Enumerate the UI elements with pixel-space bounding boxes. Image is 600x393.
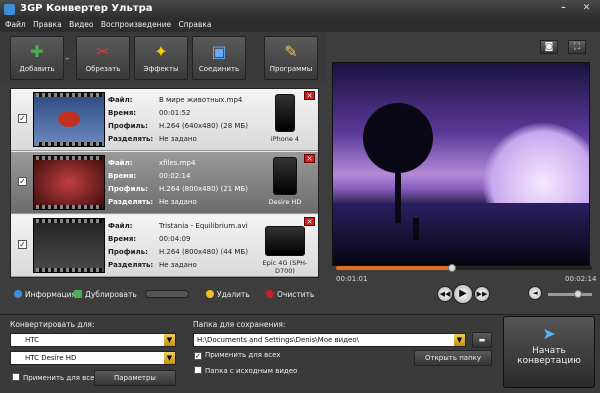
- volume-slider[interactable]: [548, 293, 592, 296]
- play-icon[interactable]: ▶: [453, 284, 473, 304]
- duplicate-button[interactable]: Дублировать: [74, 290, 137, 299]
- file-row[interactable]: ✓ Файл: xfiles.mp4 Время: 00:02:14 Профиль…: [11, 152, 318, 214]
- current-time: 00:01:01: [336, 275, 368, 283]
- magic-wand-icon: ✦: [154, 42, 168, 61]
- video-preview: [332, 62, 590, 266]
- file-profile[interactable]: H.264 (640x480) (28 МБ): [159, 122, 248, 130]
- file-time: 00:02:14: [159, 172, 191, 180]
- effects-button[interactable]: ✦ Эффекты: [134, 36, 188, 80]
- video-thumbnail: [33, 92, 105, 147]
- remove-file-icon[interactable]: ✕: [304, 91, 315, 100]
- menu-file[interactable]: Файл: [0, 18, 26, 32]
- menu-edit[interactable]: Правка: [28, 18, 62, 32]
- volume-handle[interactable]: [574, 290, 582, 298]
- info-button[interactable]: Информация: [14, 290, 76, 299]
- menu-video[interactable]: Видео: [64, 18, 93, 32]
- file-profile[interactable]: H.264 (800x480) (21 МБ): [159, 185, 248, 193]
- list-actions-bar: Информация Дублировать Удалить Очистить: [0, 284, 326, 306]
- file-profile[interactable]: H.264 (800x480) (44 МБ): [159, 248, 248, 256]
- file-name: Tristania - Equilibrium.avi: [159, 222, 248, 230]
- toolbar: ✚ Добавить – ✂ Обрезать ✦ Эффекты ▣ Соед…: [0, 32, 326, 84]
- close-button[interactable]: ✕: [578, 2, 595, 15]
- clear-icon: [266, 290, 274, 298]
- video-thumbnail: [33, 155, 105, 210]
- add-dropdown-arrow[interactable]: –: [65, 54, 70, 64]
- seek-bar[interactable]: [336, 266, 592, 270]
- file-name: В мире животных.mp4: [159, 96, 243, 104]
- app-icon: [4, 4, 15, 15]
- video-thumbnail: [33, 218, 105, 273]
- clear-button[interactable]: Очистить: [266, 290, 314, 299]
- device-preview[interactable]: Epic 4G (SPH-D700): [255, 220, 315, 275]
- file-checkbox[interactable]: ✓: [18, 240, 27, 249]
- file-checkbox[interactable]: ✓: [18, 177, 27, 186]
- start-conversion-button[interactable]: ➤ Начать конвертацию: [503, 316, 595, 388]
- device-preview[interactable]: Desire HD: [255, 157, 315, 209]
- snapshot-camera-icon[interactable]: ◙: [540, 40, 558, 54]
- apply-all-checkbox[interactable]: Применить для всех: [12, 373, 99, 382]
- output-path-input[interactable]: H:\Documents and Settings\Denis\Мое виде…: [193, 333, 466, 347]
- start-arrow-icon: ➤: [542, 324, 556, 343]
- menu-bar: Файл Правка Видео Воспроизведение Справк…: [0, 18, 600, 32]
- minus-icon: [206, 290, 214, 298]
- cut-button[interactable]: ✂ Обрезать: [76, 36, 130, 80]
- total-time: 00:02:14: [565, 275, 597, 283]
- window-title: 3GP Конвертер Ультра: [20, 3, 153, 14]
- menu-help[interactable]: Справка: [173, 18, 211, 32]
- open-folder-button[interactable]: Открыть папку: [414, 350, 492, 366]
- chevron-down-icon: ▼: [164, 352, 175, 364]
- device-preview[interactable]: iPhone 4: [255, 94, 315, 146]
- tree-trunk: [395, 163, 401, 223]
- phone-icon: [275, 94, 295, 132]
- minimize-button[interactable]: –: [555, 2, 572, 15]
- info-icon: [14, 290, 22, 298]
- add-film-icon: ✚: [30, 42, 44, 61]
- remove-file-icon[interactable]: ✕: [304, 217, 315, 226]
- water: [333, 203, 589, 265]
- remove-file-icon[interactable]: ✕: [304, 154, 315, 163]
- join-film-icon: ▣: [211, 42, 227, 61]
- chevron-down-icon: ▼: [164, 334, 175, 346]
- output-apply-all-checkbox[interactable]: ✓ Применить для всех: [194, 351, 281, 360]
- file-split[interactable]: Не задано: [159, 135, 197, 143]
- seek-progress: [336, 266, 454, 270]
- delete-button[interactable]: Удалить: [206, 290, 250, 299]
- title-bar: 3GP Конвертер Ультра – ✕: [0, 0, 600, 18]
- previous-icon[interactable]: ◀◀: [437, 286, 453, 302]
- duplicate-icon: [74, 290, 82, 298]
- seek-handle[interactable]: [448, 264, 456, 272]
- join-button[interactable]: ▣ Соединить: [192, 36, 246, 80]
- menu-playback[interactable]: Воспроизведение: [96, 18, 171, 32]
- phone-icon: [265, 226, 305, 256]
- silhouette-figure: [413, 218, 419, 240]
- file-name: xfiles.mp4: [159, 159, 196, 167]
- output-label: Папка для сохранения:: [193, 320, 286, 329]
- file-checkbox[interactable]: ✓: [18, 114, 27, 123]
- source-folder-checkbox[interactable]: Папка с исходным видео: [194, 366, 297, 375]
- phone-icon: [273, 157, 297, 195]
- convert-label: Конвертировать для:: [10, 320, 95, 329]
- file-list: ✓ Файл: В мире животных.mp4 Время: 00:01:5…: [10, 88, 319, 278]
- scissors-icon: ✂: [96, 42, 110, 61]
- browse-folder-icon[interactable]: ▬: [472, 332, 492, 348]
- file-split[interactable]: Не задано: [159, 198, 197, 206]
- programs-icon: ✎: [284, 42, 298, 61]
- add-button[interactable]: ✚ Добавить: [10, 36, 64, 80]
- brand-select[interactable]: HTC ▼: [10, 333, 176, 347]
- programs-button[interactable]: ✎ Программы: [264, 36, 318, 80]
- parameters-button[interactable]: Параметры: [94, 370, 176, 386]
- file-time: 00:04:09: [159, 235, 191, 243]
- file-row[interactable]: ✓ Файл: Tristania - Equilibrium.avi Время…: [11, 215, 318, 277]
- file-row[interactable]: ✓ Файл: В мире животных.mp4 Время: 00:01:5…: [11, 89, 318, 151]
- model-select[interactable]: HTC Desire HD ▼: [10, 351, 176, 365]
- chevron-down-icon: ▼: [454, 334, 465, 346]
- fullscreen-icon[interactable]: ⛶: [568, 40, 586, 54]
- file-split[interactable]: Не задано: [159, 261, 197, 269]
- view-toggle[interactable]: [145, 290, 189, 298]
- volume-icon[interactable]: ◄: [528, 286, 542, 300]
- next-icon[interactable]: ▶▶: [474, 286, 490, 302]
- file-time: 00:01:52: [159, 109, 191, 117]
